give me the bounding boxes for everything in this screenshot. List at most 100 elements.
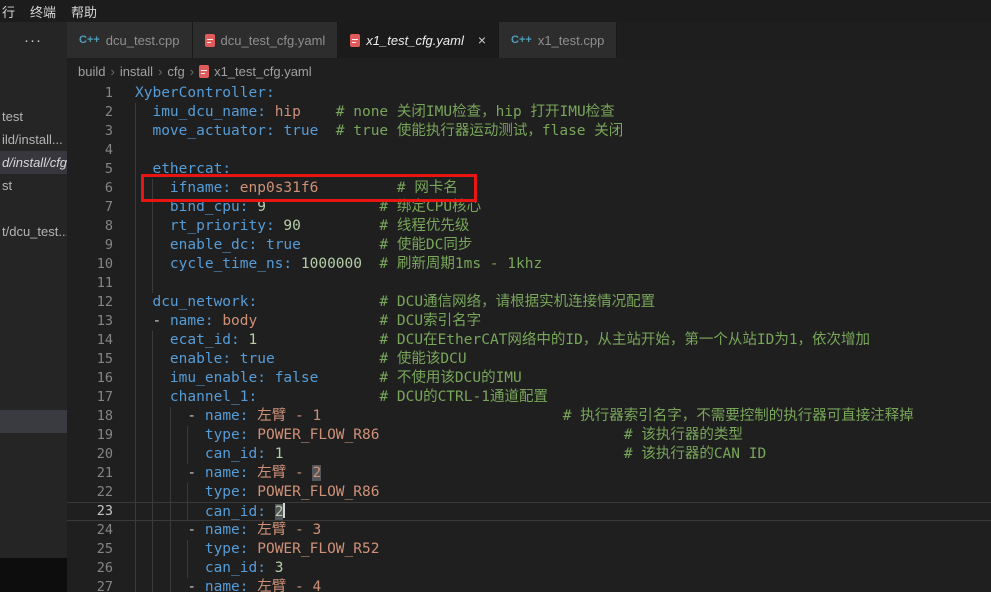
token: can_id xyxy=(205,560,257,576)
line-text: enable: true xyxy=(135,351,275,367)
code-line[interactable]: 23 can_id: 2 xyxy=(67,502,991,521)
sidebar-list-item[interactable]: t/dcu_test... xyxy=(0,220,67,243)
line-number: 5 xyxy=(67,160,113,179)
line-content: bind_cpu: 9# 绑定CPU核心 xyxy=(135,198,991,217)
line-text: can_id: 1 xyxy=(135,446,283,462)
breadcrumb-file[interactable]: x1_test_cfg.yaml xyxy=(214,64,312,79)
line-text: type: POWER_FLOW_R86 xyxy=(135,484,379,500)
code-line[interactable]: 20 can_id: 1# 该执行器的CAN ID xyxy=(67,445,991,464)
code-line[interactable]: 6 ifname: enp0s31f6# 网卡名 xyxy=(67,179,991,198)
token: : xyxy=(240,427,249,443)
code-line[interactable]: 24 - name: 左臂 - 3 xyxy=(67,521,991,540)
line-number: 6 xyxy=(67,179,113,198)
code-line[interactable]: 8 rt_priority: 90# 线程优先级 xyxy=(67,217,991,236)
token xyxy=(249,541,258,557)
breadcrumb-segment[interactable]: install xyxy=(120,64,153,79)
menu-item-terminal[interactable]: 终端 xyxy=(21,2,65,21)
token xyxy=(266,504,275,520)
tab-x1_test.cpp[interactable]: C++x1_test.cpp xyxy=(499,22,617,58)
comment: # DCU的CTRL-1通道配置 xyxy=(379,388,548,407)
code-line[interactable]: 12 dcu_network:# DCU通信网络，请根据实机连接情况配置 xyxy=(67,293,991,312)
sidebar-header: ··· xyxy=(0,22,67,58)
token: POWER_FLOW_R52 xyxy=(257,541,379,557)
line-text: can_id: 2 xyxy=(135,504,285,520)
more-actions-icon[interactable]: ··· xyxy=(24,32,42,49)
token: : xyxy=(257,370,266,386)
token: enable_dc xyxy=(170,237,249,253)
code-line[interactable]: 19 type: POWER_FLOW_R86# 该执行器的类型 xyxy=(67,426,991,445)
sidebar-list-item[interactable]: st xyxy=(0,174,67,197)
sidebar-list-item[interactable]: ild/install... xyxy=(0,128,67,151)
token xyxy=(231,180,240,196)
code-line[interactable]: 13 - name: body# DCU索引名字 xyxy=(67,312,991,331)
code-line[interactable]: 11 xyxy=(67,274,991,293)
token: body xyxy=(222,313,257,329)
tab-dcu_test.cpp[interactable]: C++dcu_test.cpp xyxy=(67,22,193,58)
code-line[interactable]: 15 enable: true# 使能该DCU xyxy=(67,350,991,369)
token: name xyxy=(205,579,240,592)
token xyxy=(266,560,275,576)
code-line[interactable]: 21 - name: 左臂 - 2 xyxy=(67,464,991,483)
line-text: XyberController: xyxy=(135,85,275,101)
token: : xyxy=(240,465,249,481)
line-content: - name: 左臂 - 3 xyxy=(135,521,991,540)
sidebar-selected-row[interactable] xyxy=(0,410,67,433)
line-content: XyberController: xyxy=(135,84,991,103)
sidebar: ··· testild/install...d/install/cfgst t/d… xyxy=(0,22,67,592)
code-line[interactable]: 17 channel_1:# DCU的CTRL-1通道配置 xyxy=(67,388,991,407)
sidebar-list-item[interactable] xyxy=(0,197,67,220)
sidebar-list-item[interactable]: test xyxy=(0,105,67,128)
token xyxy=(249,484,258,500)
line-text: - name: 左臂 - 3 xyxy=(135,522,321,538)
code-line[interactable]: 18 - name: 左臂 - 1# 执行器索引名字，不需要控制的执行器可直接注… xyxy=(67,407,991,426)
token: 1 xyxy=(249,332,258,348)
code-line[interactable]: 14 ecat_id: 1# DCU在EtherCAT网络中的ID，从主站开始，… xyxy=(67,331,991,350)
token xyxy=(231,351,240,367)
token: true xyxy=(283,123,318,139)
line-number: 3 xyxy=(67,122,113,141)
code-line[interactable]: 2 imu_dcu_name: hip# none 关闭IMU检查，hip 打开… xyxy=(67,103,991,122)
token xyxy=(240,332,249,348)
comment: # DCU在EtherCAT网络中的ID，从主站开始，第一个从站ID为1，依次增… xyxy=(379,331,870,350)
token: can_id xyxy=(205,504,257,520)
code-line[interactable]: 22 type: POWER_FLOW_R86 xyxy=(67,483,991,502)
token: POWER_FLOW_R86 xyxy=(257,484,379,500)
token: enable xyxy=(170,351,222,367)
sidebar-bottom-panel xyxy=(0,558,67,592)
token: 90 xyxy=(283,218,300,234)
code-line[interactable]: 9 enable_dc: true# 使能DC同步 xyxy=(67,236,991,255)
tab-dcu_test_cfg.yaml[interactable]: dcu_test_cfg.yaml xyxy=(193,22,339,58)
menu-item-help[interactable]: 帮助 xyxy=(62,2,106,21)
close-icon[interactable]: × xyxy=(478,32,486,48)
breadcrumb-segment[interactable]: cfg xyxy=(167,64,184,79)
token: : xyxy=(240,579,249,592)
tab-x1_test_cfg.yaml[interactable]: x1_test_cfg.yaml × xyxy=(338,22,499,58)
code-line[interactable]: 25 type: POWER_FLOW_R52 xyxy=(67,540,991,559)
code-line[interactable]: 26 can_id: 3 xyxy=(67,559,991,578)
token: 9 xyxy=(257,199,266,215)
token: 左臂 - xyxy=(257,465,312,481)
code-line[interactable]: 27 - name: 左臂 - 4 xyxy=(67,578,991,592)
code-line[interactable]: 5 ethercat: xyxy=(67,160,991,179)
tab-label: x1_test_cfg.yaml xyxy=(366,33,464,48)
sidebar-list-item[interactable]: d/install/cfg xyxy=(0,151,67,174)
line-number: 1 xyxy=(67,84,113,103)
code-line[interactable]: 10 cycle_time_ns: 1000000# 刷新周期1ms - 1kh… xyxy=(67,255,991,274)
breadcrumb-segment[interactable]: build xyxy=(78,64,105,79)
code-line[interactable]: 7 bind_cpu: 9# 绑定CPU核心 xyxy=(67,198,991,217)
code-line[interactable]: 3 move_actuator: true# true 使能执行器运动测试，fl… xyxy=(67,122,991,141)
line-number: 7 xyxy=(67,198,113,217)
code-line[interactable]: 4 xyxy=(67,141,991,160)
line-content xyxy=(135,274,991,293)
token xyxy=(249,427,258,443)
line-content: type: POWER_FLOW_R52 xyxy=(135,540,991,559)
token: imu_enable xyxy=(170,370,257,386)
token: rt_priority xyxy=(170,218,266,234)
code-line[interactable]: 16 imu_enable: false# 不使用该DCU的IMU xyxy=(67,369,991,388)
line-number: 4 xyxy=(67,141,113,160)
token: : xyxy=(257,104,266,120)
token: - xyxy=(152,313,169,329)
code-line[interactable]: 1 XyberController: xyxy=(67,84,991,103)
line-text: dcu_network: xyxy=(135,294,257,310)
comment: # 不使用该DCU的IMU xyxy=(379,369,521,388)
